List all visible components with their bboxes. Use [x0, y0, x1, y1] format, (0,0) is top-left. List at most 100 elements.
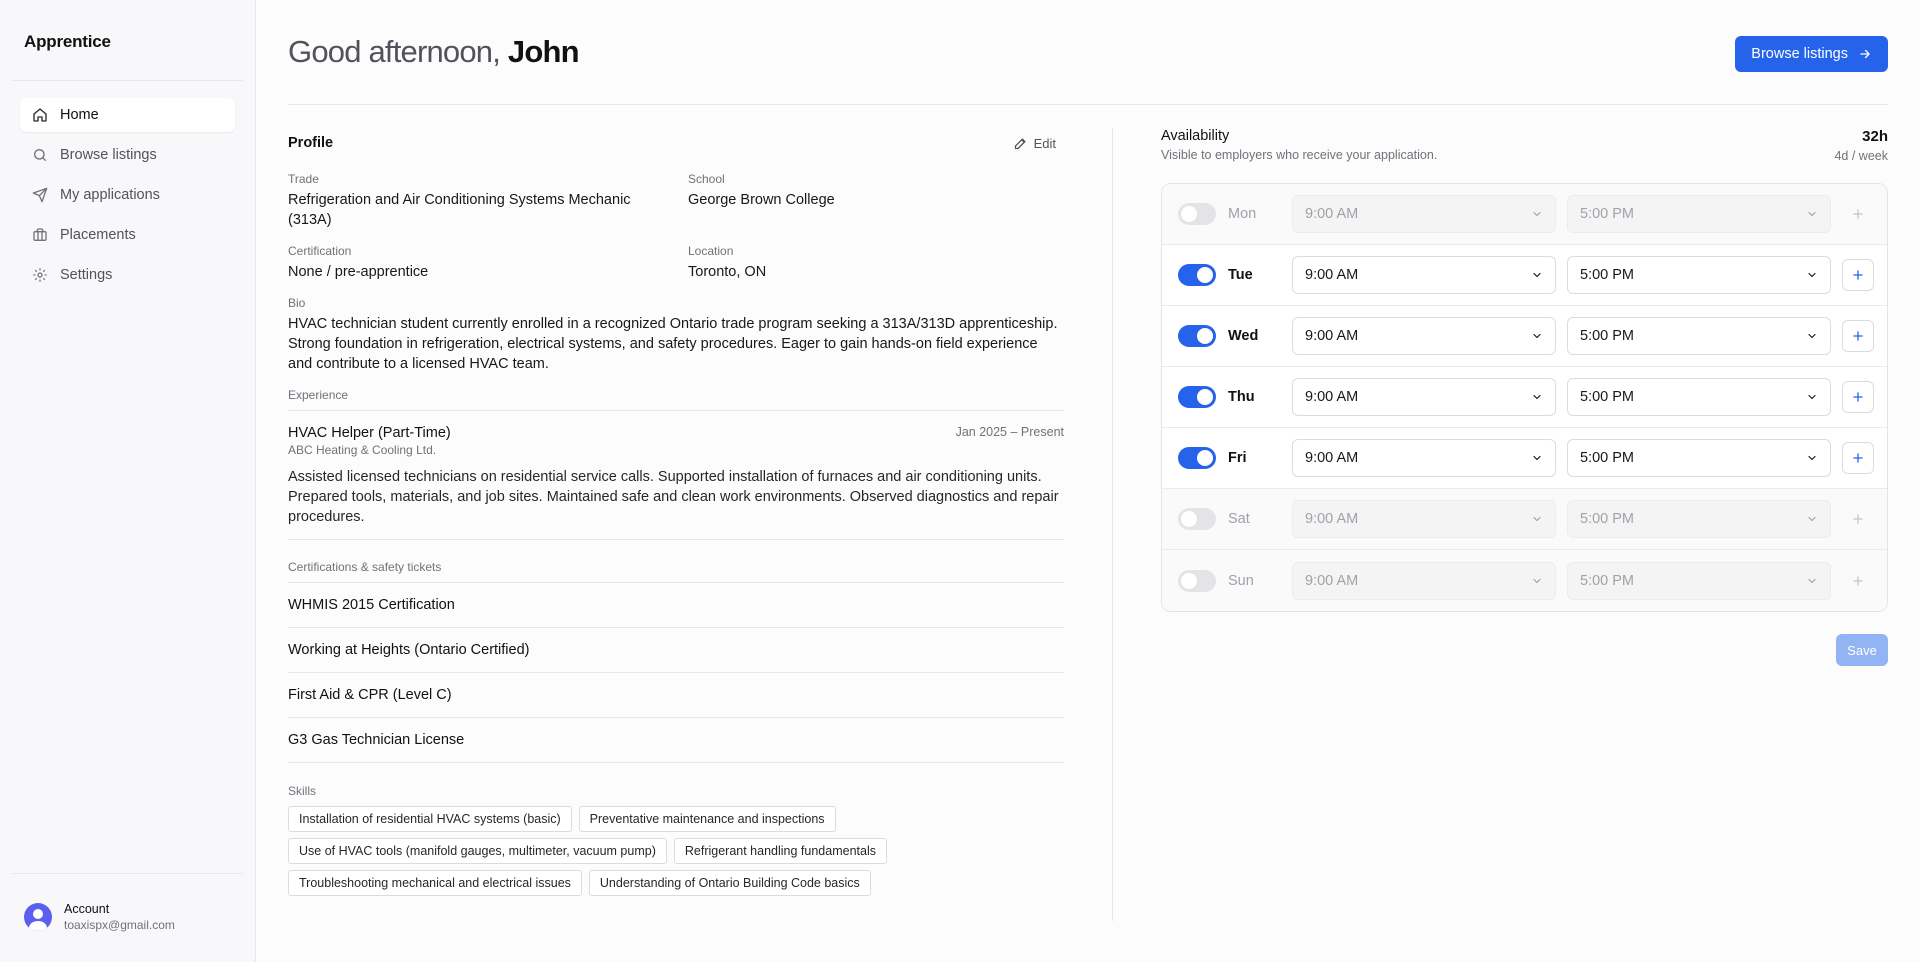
- weekly-days: 4d / week: [1834, 149, 1888, 163]
- start-time-select[interactable]: 9:00 AM: [1292, 317, 1556, 355]
- plus-icon: [1853, 209, 1863, 219]
- account-email: toaxispx@gmail.com: [64, 918, 175, 932]
- availability-subtitle: Visible to employers who receive your ap…: [1161, 148, 1438, 162]
- add-time-slot-button[interactable]: [1842, 320, 1874, 352]
- sidebar-item-label: Settings: [60, 267, 113, 283]
- experience-title: HVAC Helper (Part-Time): [288, 425, 451, 441]
- add-time-slot-button[interactable]: [1842, 442, 1874, 474]
- end-time-select[interactable]: 5:00 PM: [1567, 195, 1831, 233]
- experience-description: Assisted licensed technicians on residen…: [288, 469, 1059, 525]
- chevron-down-icon: [1808, 333, 1816, 339]
- skill-chip: Installation of residential HVAC systems…: [288, 806, 572, 832]
- app-logo[interactable]: Apprentice: [24, 32, 111, 52]
- day-row-thu: Thu 9:00 AM 5:00 PM: [1162, 367, 1887, 428]
- end-time-select[interactable]: 5:00 PM: [1567, 439, 1831, 477]
- add-time-slot-button[interactable]: [1842, 381, 1874, 413]
- trade-value: Refrigeration and Air Conditioning Syste…: [288, 192, 631, 228]
- start-time-value: 9:00 AM: [1305, 572, 1359, 589]
- day-label: Tue: [1228, 267, 1253, 283]
- list-item: Working at Heights (Ontario Certified): [288, 628, 1064, 673]
- availability-section: Availability Visible to employers who re…: [1161, 128, 1888, 666]
- day-row-sat: Sat 9:00 AM 5:00 PM: [1162, 489, 1887, 550]
- plus-icon: [1853, 392, 1863, 402]
- day-toggle[interactable]: [1178, 508, 1216, 530]
- page-title: Good afternoon, John: [288, 34, 580, 70]
- arrow-right-icon: [1860, 49, 1870, 59]
- end-time-select[interactable]: 5:00 PM: [1567, 256, 1831, 294]
- experience-dates: Jan 2025 – Present: [955, 425, 1064, 439]
- sidebar-item-label: Placements: [60, 227, 136, 243]
- end-time-select[interactable]: 5:00 PM: [1567, 561, 1831, 600]
- trade-field: Trade Refrigeration and Air Conditioning…: [288, 172, 688, 230]
- end-time-value: 5:00 PM: [1580, 328, 1634, 344]
- profile-title: Profile: [288, 135, 334, 151]
- day-label: Sun: [1228, 572, 1254, 589]
- add-time-slot-button[interactable]: [1842, 259, 1874, 291]
- sidebar: Apprentice Home Browse listings My appli…: [0, 0, 256, 962]
- sidebar-item-label: Browse listings: [60, 147, 157, 163]
- bio-field: Bio HVAC technician student currently en…: [288, 296, 1064, 374]
- plus-icon: [1853, 331, 1863, 341]
- sidebar-item-settings[interactable]: Settings: [20, 258, 235, 292]
- add-time-slot-button[interactable]: [1842, 198, 1874, 230]
- profile-section: Profile Edit Trade Refrigeration and Air…: [288, 128, 1064, 896]
- day-row-fri: Fri 9:00 AM 5:00 PM: [1162, 428, 1887, 489]
- add-time-slot-button[interactable]: [1842, 503, 1874, 535]
- day-toggle[interactable]: [1178, 325, 1216, 347]
- day-row-mon: Mon 9:00 AM 5:00 PM: [1162, 184, 1887, 245]
- start-time-value: 9:00 AM: [1305, 267, 1359, 283]
- end-time-select[interactable]: 5:00 PM: [1567, 378, 1831, 416]
- day-toggle[interactable]: [1178, 386, 1216, 408]
- chevron-down-icon: [1808, 455, 1816, 461]
- end-time-value: 5:00 PM: [1580, 572, 1634, 589]
- location-field: Location Toronto, ON: [688, 244, 1064, 282]
- sidebar-item-browse-listings[interactable]: Browse listings: [20, 138, 235, 172]
- edit-label: Edit: [1033, 135, 1056, 151]
- day-row-tue: Tue 9:00 AM 5:00 PM: [1162, 245, 1887, 306]
- day-label: Fri: [1228, 450, 1247, 466]
- plus-icon: [1853, 453, 1863, 463]
- sidebar-item-home[interactable]: Home: [20, 98, 235, 132]
- school-field: School George Brown College: [688, 172, 1064, 230]
- browse-listings-button[interactable]: Browse listings: [1735, 36, 1888, 72]
- day-toggle[interactable]: [1178, 264, 1216, 286]
- start-time-select[interactable]: 9:00 AM: [1292, 439, 1556, 477]
- day-toggle[interactable]: [1178, 203, 1216, 225]
- start-time-select[interactable]: 9:00 AM: [1292, 256, 1556, 294]
- end-time-select[interactable]: 5:00 PM: [1567, 317, 1831, 355]
- sidebar-item-my-applications[interactable]: My applications: [20, 178, 235, 212]
- sidebar-item-placements[interactable]: Placements: [20, 218, 235, 252]
- start-time-select[interactable]: 9:00 AM: [1292, 378, 1556, 416]
- save-button[interactable]: Save: [1836, 634, 1888, 666]
- day-toggle[interactable]: [1178, 447, 1216, 469]
- account-menu[interactable]: Account toaxispx@gmail.com: [24, 902, 175, 932]
- user-name: John: [507, 34, 580, 69]
- list-item: G3 Gas Technician License: [288, 718, 1064, 763]
- start-time-value: 9:00 AM: [1305, 511, 1359, 527]
- experience-company: ABC Heating & Cooling Ltd.: [288, 443, 437, 457]
- chevron-down-icon: [1533, 578, 1541, 583]
- avatar: [24, 903, 52, 931]
- add-time-slot-button[interactable]: [1842, 565, 1874, 597]
- search-icon: [32, 147, 48, 163]
- start-time-select[interactable]: 9:00 AM: [1292, 561, 1556, 600]
- edit-profile-button[interactable]: Edit: [1005, 132, 1064, 155]
- bio-label: Bio: [288, 296, 306, 310]
- sidebar-divider: [12, 80, 243, 81]
- location-label: Location: [688, 244, 734, 258]
- list-item: WHMIS 2015 Certification: [288, 583, 1064, 628]
- certification-field: Certification None / pre-apprentice: [288, 244, 688, 282]
- start-time-select[interactable]: 9:00 AM: [1292, 500, 1556, 538]
- day-toggle[interactable]: [1178, 569, 1216, 592]
- end-time-select[interactable]: 5:00 PM: [1567, 500, 1831, 538]
- experience-item: HVAC Helper (Part-Time) Jan 2025 – Prese…: [288, 425, 1064, 527]
- chevron-down-icon: [1533, 455, 1541, 461]
- start-time-select[interactable]: 9:00 AM: [1292, 195, 1556, 233]
- experience-label: Experience: [288, 388, 349, 402]
- chevron-down-icon: [1808, 516, 1816, 522]
- plus-icon: [1853, 270, 1863, 280]
- day-row-sun: Sun 9:00 AM 5:00 PM: [1162, 550, 1887, 611]
- trade-label: Trade: [288, 172, 319, 186]
- gear-icon: [32, 267, 48, 283]
- chevron-down-icon: [1533, 333, 1541, 339]
